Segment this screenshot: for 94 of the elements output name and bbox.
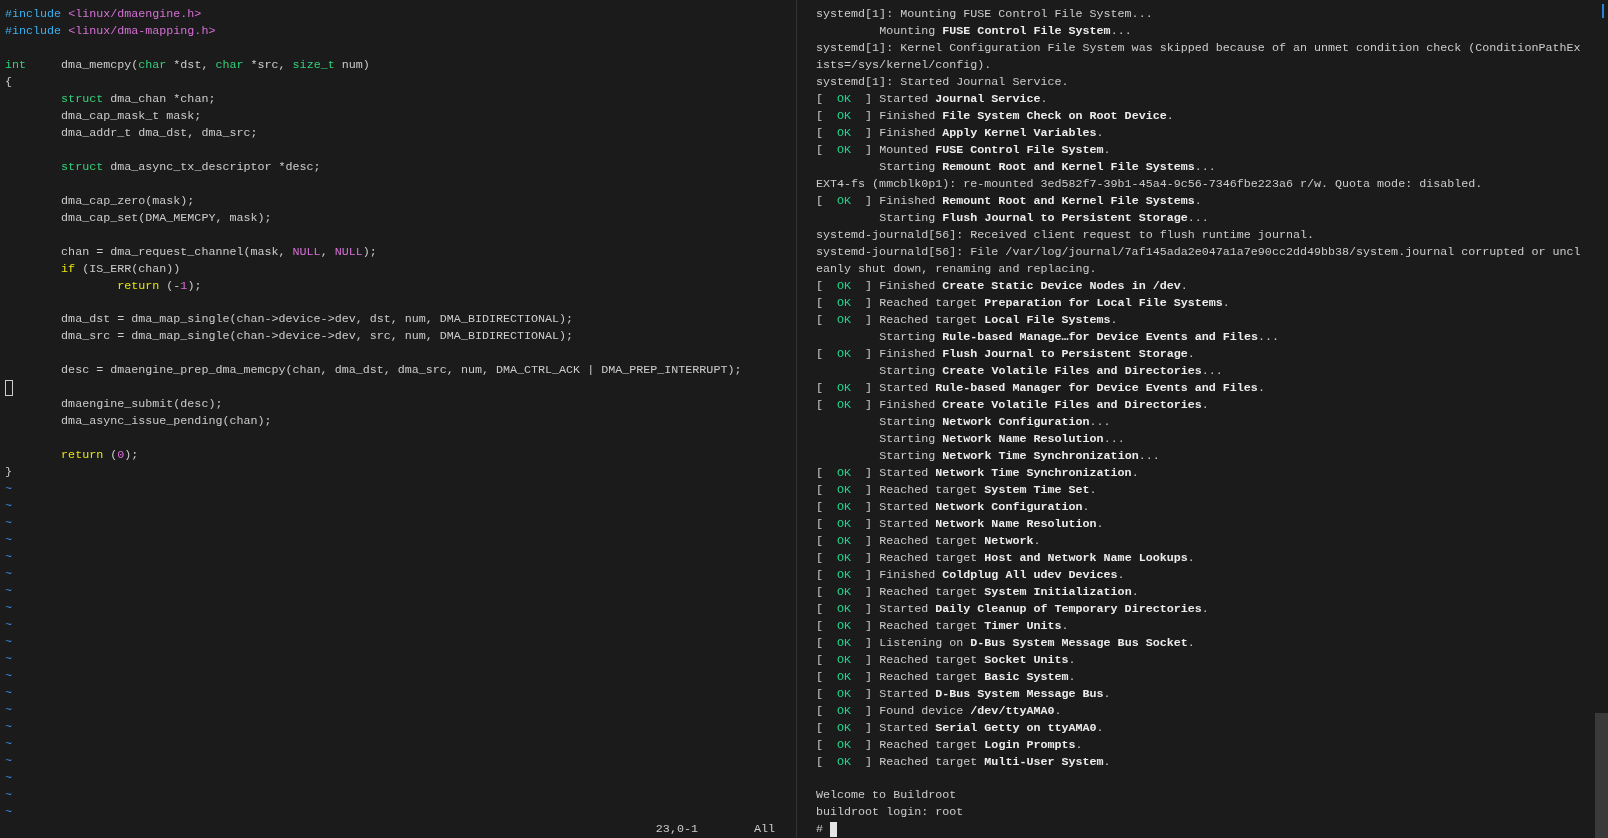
cursor-position: 23,0-1 xyxy=(655,821,698,838)
log-line: Starting Flush Journal to Persistent Storage... xyxy=(878,210,1209,227)
log-line: Starting Create Volatile Files and Directories... xyxy=(878,363,1223,380)
log-line: [ OK ] Reached target System Initialization. xyxy=(816,584,1139,601)
log-line: EXT4-fs (mmcblk0p1): re-mounted 3ed582f7-39b1-45a4-9c56-7346fbe223a6 r/w. Quota mode: disabled. xyxy=(816,176,1483,193)
log-line: [ OK ] Started Network Name Resolution. xyxy=(816,516,1104,533)
empty-line-marker: ~ xyxy=(5,668,12,685)
empty-line-marker: ~ xyxy=(5,702,12,719)
empty-line-marker: ~ xyxy=(5,634,12,651)
empty-line-marker: ~ xyxy=(5,498,12,515)
log-line: [ OK ] Found device /dev/ttyAMA0. xyxy=(816,703,1062,720)
log-line: buildroot login: root xyxy=(816,804,964,821)
code-line: return (-1); xyxy=(116,277,202,295)
empty-line-marker: ~ xyxy=(5,617,12,634)
log-line: [ OK ] Started Journal Service. xyxy=(816,91,1048,108)
log-line: systemd[1]: Started Journal Service. xyxy=(816,74,1069,91)
scroll-marker xyxy=(1602,4,1604,18)
empty-line-marker: ~ xyxy=(5,515,12,532)
empty-line-marker: ~ xyxy=(5,600,12,617)
code-line: int dma_memcpy(char *dst, char *src, size_t num) xyxy=(5,56,370,74)
log-line: Starting Network Time Synchronization... xyxy=(878,448,1160,465)
log-line: [ OK ] Reached target System Time Set. xyxy=(816,482,1097,499)
log-line: [ OK ] Finished Flush Journal to Persistent Storage. xyxy=(816,346,1195,363)
code-line: dma_cap_zero(mask); xyxy=(60,192,195,210)
log-line: [ OK ] Started Serial Getty on ttyAMA0. xyxy=(816,720,1104,737)
code-line: desc = dmaengine_prep_dma_memcpy(chan, dma_dst, dma_src, num, DMA_CTRL_ACK | DMA_PREP_INTERRUPT); xyxy=(60,362,742,380)
log-line: [ OK ] Started Network Configuration. xyxy=(816,499,1090,516)
log-line: systemd-journald[56]: File /var/log/journal/7af145ada2e047a1a7e90cc2dd49bb38/system.journal corrupted or uncl xyxy=(816,244,1581,261)
log-line: [ OK ] Started Network Time Synchronization. xyxy=(816,465,1139,482)
empty-line-marker: ~ xyxy=(5,583,12,600)
code-line: chan = dma_request_channel(mask, NULL, NULL); xyxy=(60,243,377,261)
code-line: dma_dst = dma_map_single(chan->device->dev, dst, num, DMA_BIDIRECTIONAL); xyxy=(60,311,574,329)
code-line: #include <linux/dma-mapping.h> xyxy=(5,23,216,40)
code-line: struct dma_async_tx_descriptor *desc; xyxy=(60,158,321,176)
empty-line-marker: ~ xyxy=(5,685,12,702)
code-line: dma_src = dma_map_single(chan->device->dev, src, num, DMA_BIDIRECTIONAL); xyxy=(60,328,574,346)
code-line: #include <linux/dmaengine.h> xyxy=(5,6,202,23)
code-line: dmaengine_submit(desc); xyxy=(60,396,223,414)
empty-line-marker: ~ xyxy=(5,787,12,804)
log-line: [ OK ] Reached target Network. xyxy=(816,533,1041,550)
log-line: Welcome to Buildroot xyxy=(816,787,957,804)
log-line: Starting Network Name Resolution... xyxy=(878,431,1125,448)
log-line: [ OK ] Reached target Preparation for Local File Systems. xyxy=(816,295,1230,312)
log-line: [ OK ] Finished File System Check on Root Device. xyxy=(816,108,1174,125)
empty-line-marker: ~ xyxy=(5,481,12,498)
code-line: dma_async_issue_pending(chan); xyxy=(60,413,272,431)
log-line: [ OK ] Reached target Login Prompts. xyxy=(816,737,1083,754)
empty-line-marker: ~ xyxy=(5,770,12,787)
log-line: [ OK ] Reached target Host and Network Name Lookups. xyxy=(816,550,1195,567)
log-line: ists=/sys/kernel/config). xyxy=(816,57,992,74)
log-line: Mounting FUSE Control File System... xyxy=(878,23,1132,40)
code-line: { xyxy=(5,73,12,91)
code-line: if (IS_ERR(chan)) xyxy=(60,260,181,278)
empty-line-marker: ~ xyxy=(5,532,12,549)
log-line: [ OK ] Reached target Socket Units. xyxy=(816,652,1076,669)
code-line: dma_cap_set(DMA_MEMCPY, mask); xyxy=(60,209,272,227)
log-line: Starting Remount Root and Kernel File Systems... xyxy=(878,159,1216,176)
text-cursor xyxy=(830,822,837,837)
code-line: struct dma_chan *chan; xyxy=(60,90,216,108)
empty-line-marker: ~ xyxy=(5,736,12,753)
log-line: systemd-journald[56]: Received client request to flush runtime journal. xyxy=(816,227,1314,244)
log-line: [ OK ] Finished Coldplug All udev Devices. xyxy=(816,567,1125,584)
log-line: [ OK ] Reached target Timer Units. xyxy=(816,618,1069,635)
code-line: } xyxy=(5,464,12,481)
log-line: [ OK ] Reached target Multi-User System. xyxy=(816,754,1111,771)
empty-line-marker: ~ xyxy=(5,549,12,566)
code-line: dma_addr_t dma_dst, dma_src; xyxy=(60,124,258,142)
code-line: dma_cap_mask_t mask; xyxy=(60,107,202,125)
empty-line-marker: ~ xyxy=(5,651,12,668)
text-cursor xyxy=(5,379,13,396)
scroll-position: All xyxy=(753,821,775,838)
log-line: Starting Rule-based Manage…for Device Events and Files... xyxy=(878,329,1279,346)
empty-line-marker: ~ xyxy=(5,753,12,770)
log-line: [ OK ] Started Daily Cleanup of Temporary Directories. xyxy=(816,601,1209,618)
empty-line-marker: ~ xyxy=(5,804,12,821)
log-line: eanly shut down, renaming and replacing. xyxy=(816,261,1097,278)
log-line: [ OK ] Mounted FUSE Control File System. xyxy=(816,142,1111,159)
log-line: [ OK ] Reached target Basic System. xyxy=(816,669,1076,686)
log-line: Starting Network Configuration... xyxy=(878,414,1111,431)
empty-line-marker: ~ xyxy=(5,566,12,583)
scrollbar-thumb[interactable] xyxy=(1595,713,1608,838)
log-line: [ OK ] Finished Remount Root and Kernel File Systems. xyxy=(816,193,1202,210)
empty-line-marker: ~ xyxy=(5,719,12,736)
log-line: [ OK ] Reached target Local File Systems. xyxy=(816,312,1118,329)
log-line: [ OK ] Started D-Bus System Message Bus. xyxy=(816,686,1111,703)
log-line: systemd[1]: Mounting FUSE Control File System... xyxy=(816,6,1153,23)
shell-prompt: # xyxy=(816,821,823,838)
log-line: [ OK ] Started Rule-based Manager for Device Events and Files. xyxy=(816,380,1265,397)
log-line: [ OK ] Finished Create Static Device Nodes in /dev. xyxy=(816,278,1188,295)
log-line: [ OK ] Finished Create Volatile Files and Directories. xyxy=(816,397,1209,414)
log-line: [ OK ] Finished Apply Kernel Variables. xyxy=(816,125,1104,142)
log-line: [ OK ] Listening on D-Bus System Message Bus Socket. xyxy=(816,635,1195,652)
log-line: systemd[1]: Kernel Configuration File System was skipped because of an unmet condition check (ConditionPathEx xyxy=(816,40,1581,57)
code-line: return (0); xyxy=(60,447,139,464)
